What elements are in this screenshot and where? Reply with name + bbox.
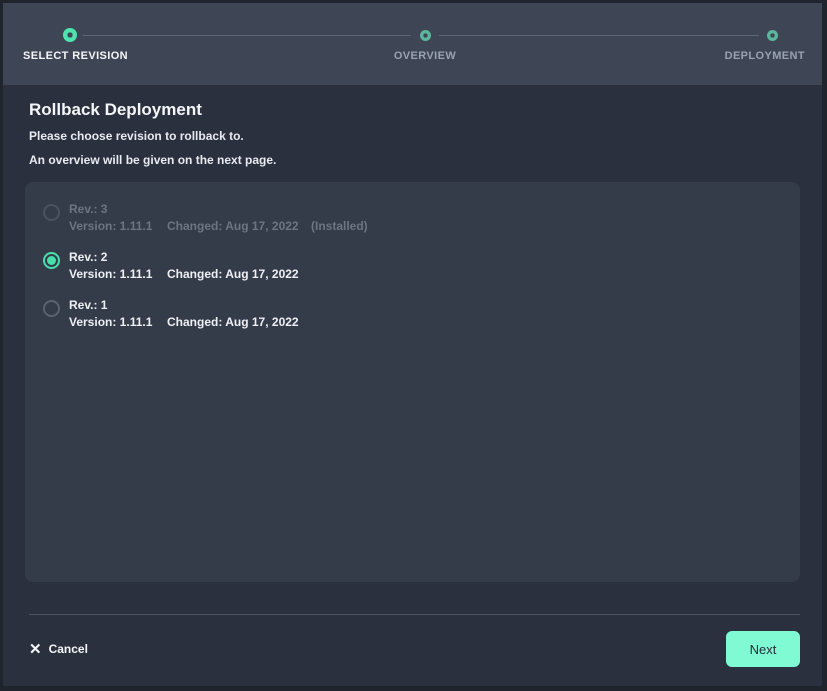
close-icon: ✕ [29, 642, 42, 657]
footer-divider [29, 614, 800, 615]
revision-row-2[interactable]: Rev.: 2 Version: 1.11.1Changed: Aug 17, … [43, 249, 782, 283]
dialog-footer: ✕ Cancel Next [25, 631, 800, 667]
subtitle-choose-revision: Please choose revision to rollback to. [29, 129, 800, 143]
revision-label: Rev.: 1 [69, 297, 311, 314]
step-label-select-revision: SELECT REVISION [23, 50, 128, 62]
revision-row-1[interactable]: Rev.: 1 Version: 1.11.1Changed: Aug 17, … [43, 297, 782, 331]
revision-changed: Changed: Aug 17, 2022 [167, 314, 311, 331]
radio-button-unchecked-icon[interactable] [43, 300, 60, 317]
rollback-dialog: SELECT REVISION OVERVIEW DEPLOYMENT Roll… [3, 3, 822, 686]
cancel-button[interactable]: ✕ Cancel [29, 642, 88, 657]
revision-list-panel: Rev.: 3 Version: 1.11.1Changed: Aug 17, … [25, 182, 800, 582]
step-dot-icon [63, 28, 77, 42]
revision-version: Version: 1.11.1 [69, 314, 167, 331]
dialog-content: Rollback Deployment Please choose revisi… [3, 85, 822, 686]
stepper-connector-line [439, 35, 759, 36]
stepper: SELECT REVISION OVERVIEW DEPLOYMENT [3, 3, 822, 85]
revision-version: Version: 1.11.1 [69, 266, 167, 283]
revision-changed: Changed: Aug 17, 2022 [167, 266, 311, 283]
subtitle-overview-note: An overview will be given on the next pa… [29, 153, 800, 167]
revision-changed: Changed: Aug 17, 2022 [167, 218, 311, 235]
radio-button-checked-icon[interactable] [43, 252, 60, 269]
step-dot-icon [420, 30, 431, 41]
next-button[interactable]: Next [726, 631, 800, 667]
revision-label: Rev.: 2 [69, 249, 311, 266]
stepper-connector-line [83, 35, 411, 36]
step-label-overview: OVERVIEW [394, 50, 456, 62]
cancel-label: Cancel [49, 642, 88, 656]
revision-label: Rev.: 3 [69, 201, 368, 218]
step-label-deployment: DEPLOYMENT [725, 50, 805, 62]
page-title: Rollback Deployment [29, 99, 800, 120]
revision-installed-badge: (Installed) [311, 219, 368, 233]
revision-version: Version: 1.11.1 [69, 218, 167, 235]
radio-button-unchecked-icon [43, 204, 60, 221]
revision-row-3: Rev.: 3 Version: 1.11.1Changed: Aug 17, … [43, 201, 782, 235]
step-dot-icon [767, 30, 778, 41]
